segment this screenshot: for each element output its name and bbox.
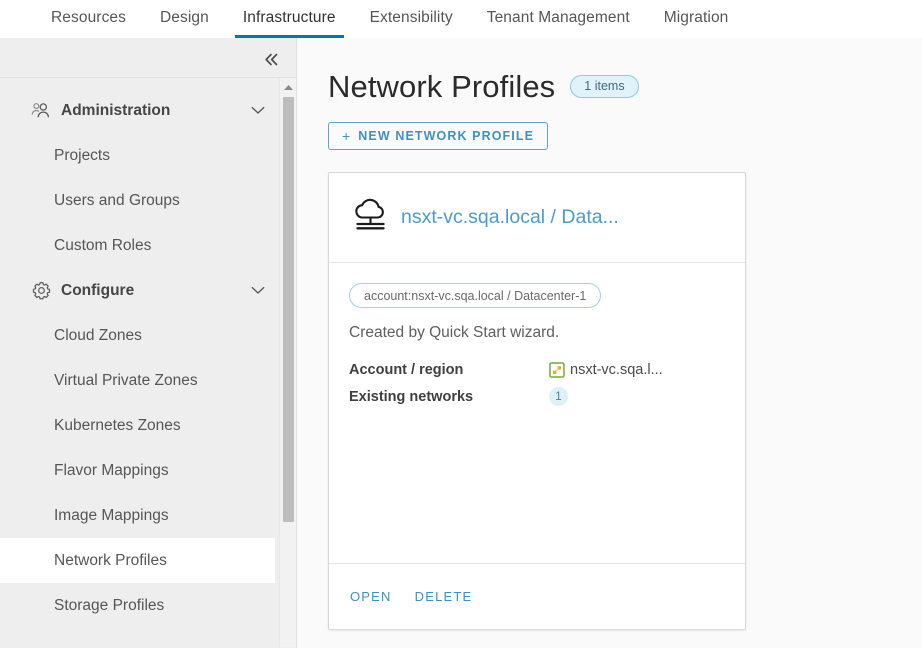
sidebar-item-custom-roles[interactable]: Custom Roles [0, 223, 296, 268]
app-root: Resources Design Infrastructure Extensib… [0, 0, 922, 648]
cloud-network-icon [349, 197, 395, 238]
card-description: Created by Quick Start wizard. [349, 324, 560, 341]
sidebar-item-network-profiles[interactable]: Network Profiles [0, 538, 275, 583]
sidebar-item-kubernetes-zones[interactable]: Kubernetes Zones [0, 403, 296, 448]
existing-networks-badge: 1 [549, 387, 568, 406]
caret-up-icon [283, 78, 294, 96]
sidebar-group-label: Administration [61, 101, 171, 119]
sidebar-item-projects[interactable]: Projects [0, 133, 296, 178]
field-row-existing-networks: Existing networks 1 [349, 383, 725, 410]
gear-icon [30, 280, 52, 302]
card-body: account:nsxt-vc.sqa.local / Datacenter-1… [329, 263, 745, 563]
card-header: nsxt-vc.sqa.local / Data... [329, 173, 745, 263]
new-network-profile-button[interactable]: + NEW NETWORK PROFILE [328, 122, 549, 150]
tab-migration[interactable]: Migration [647, 0, 746, 38]
sidebar-item-image-mappings[interactable]: Image Mappings [0, 493, 296, 538]
sidebar-item-cloud-zones[interactable]: Cloud Zones [0, 313, 296, 358]
scrollbar-up-button[interactable] [280, 78, 296, 95]
new-network-profile-label: NEW NETWORK PROFILE [358, 129, 535, 143]
sidebar-scrollbar[interactable] [279, 78, 296, 647]
page-header: Network Profiles 1 items [328, 64, 922, 108]
field-key: Existing networks [349, 388, 474, 405]
sidebar-item-label: Cloud Zones [54, 326, 142, 344]
field-key: Account / region [349, 361, 464, 378]
sidebar-header [0, 38, 296, 78]
tab-tenant-management[interactable]: Tenant Management [470, 0, 647, 38]
tab-label: Infrastructure [242, 9, 336, 26]
account-chip[interactable]: account:nsxt-vc.sqa.local / Datacenter-1 [349, 283, 602, 308]
sidebar-item-storage-profiles[interactable]: Storage Profiles [0, 583, 296, 628]
sidebar-item-label: Kubernetes Zones [54, 416, 181, 434]
sidebar-item-label: Users and Groups [54, 191, 180, 209]
tab-resources[interactable]: Resources [34, 0, 143, 38]
top-navigation-bar: Resources Design Infrastructure Extensib… [0, 0, 922, 38]
plus-icon: + [342, 128, 352, 144]
chevron-down-icon[interactable] [250, 283, 266, 299]
tab-design[interactable]: Design [143, 0, 226, 38]
main-content: Network Profiles 1 items + NEW NETWORK P… [298, 38, 922, 648]
card-title-link[interactable]: nsxt-vc.sqa.local / Data... [401, 206, 619, 229]
tab-label: Extensibility [369, 9, 453, 26]
sidebar-group-label: Configure [61, 281, 135, 299]
tab-label: Design [160, 9, 209, 26]
tab-label: Resources [51, 9, 126, 26]
delete-button[interactable]: DELETE [415, 589, 473, 604]
sidebar-collapse-button[interactable] [258, 46, 284, 72]
double-chevron-left-icon [263, 52, 280, 67]
sidebar-item-label: Custom Roles [54, 236, 152, 254]
sidebar-item-flavor-mappings[interactable]: Flavor Mappings [0, 448, 296, 493]
sidebar-item-label: Virtual Private Zones [54, 371, 198, 389]
sidebar-item-label: Network Profiles [54, 551, 167, 569]
sidebar-group-configure[interactable]: Configure [0, 268, 296, 313]
open-button[interactable]: OPEN [350, 589, 392, 604]
field-value: nsxt-vc.sqa.l... [570, 361, 663, 378]
tab-infrastructure[interactable]: Infrastructure [226, 0, 353, 38]
field-row-account-region: Account / region nsxt-vc.sqa.l... [349, 356, 725, 383]
sidebar-item-label: Projects [54, 146, 110, 164]
item-count-badge: 1 items [570, 74, 639, 98]
field-value-wrapper: nsxt-vc.sqa.l... [549, 362, 663, 378]
page-title: Network Profiles [328, 68, 556, 104]
tab-label: Tenant Management [486, 9, 630, 26]
field-value-wrapper: 1 [549, 387, 568, 406]
vsphere-datacenter-icon [549, 361, 565, 378]
sidebar-scroll-area: Administration Projects Users and Groups… [0, 78, 296, 647]
card-footer: OPEN DELETE [329, 563, 745, 629]
sidebar-item-virtual-private-zones[interactable]: Virtual Private Zones [0, 358, 296, 403]
sidebar-item-label: Storage Profiles [54, 596, 165, 614]
users-group-icon [30, 100, 52, 122]
sidebar-item-label: Image Mappings [54, 506, 169, 524]
card-fields: Account / region nsxt-vc.sqa.l... Existi… [349, 356, 725, 410]
chevron-down-icon[interactable] [250, 103, 266, 119]
tab-label: Migration [663, 9, 729, 26]
sidebar-nav-list: Administration Projects Users and Groups… [0, 78, 296, 628]
sidebar-item-users-and-groups[interactable]: Users and Groups [0, 178, 296, 223]
tab-extensibility[interactable]: Extensibility [353, 0, 470, 38]
sidebar-item-label: Flavor Mappings [54, 461, 169, 479]
sidebar-group-administration[interactable]: Administration [0, 88, 296, 133]
scrollbar-thumb[interactable] [283, 97, 294, 522]
sidebar: Administration Projects Users and Groups… [0, 38, 297, 648]
network-profile-card[interactable]: nsxt-vc.sqa.local / Data... account:nsxt… [328, 172, 746, 630]
